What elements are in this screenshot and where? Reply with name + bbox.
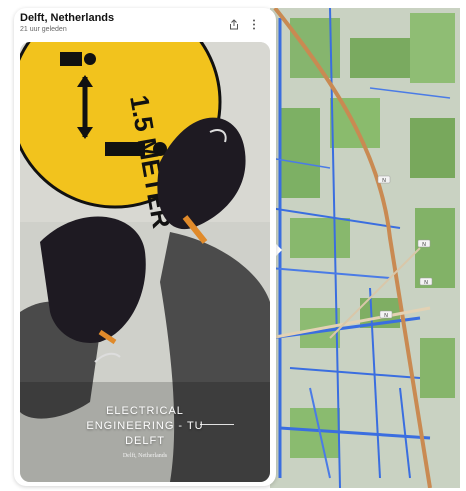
svg-text:N: N: [424, 280, 428, 286]
location-title: Delft, Netherlands: [20, 12, 115, 24]
map-field: [415, 208, 455, 288]
snap-card[interactable]: Delft, Netherlands 21 uur geleden 1.5 ME…: [14, 8, 276, 486]
post-timestamp: 21 uur geleden: [20, 26, 67, 33]
caption-line-2: ENGINEERING - TU: [86, 420, 204, 432]
map-canvas[interactable]: N N N N: [270, 8, 460, 488]
road-shield: N: [377, 175, 391, 184]
caption-location: Delft, Netherlands: [122, 453, 168, 459]
road-shield: N: [419, 277, 433, 286]
more-vertical-icon[interactable]: [247, 17, 261, 31]
map-field: [290, 18, 340, 78]
snap-caption: ELECTRICAL ENGINEERING - TU DELFT: [20, 404, 270, 449]
map-field: [350, 38, 410, 78]
caption-line-1: ELECTRICAL: [106, 405, 184, 417]
road-shield: N: [417, 239, 431, 248]
svg-text:N: N: [384, 313, 388, 319]
svg-text:N: N: [422, 242, 426, 248]
snap-photo[interactable]: 1.5 METER ELECTRICAL ENGINEERING - TU DE…: [20, 42, 270, 482]
map-field: [410, 13, 455, 83]
road-shield: N: [379, 310, 393, 319]
map-field: [420, 338, 455, 398]
caption-line-3: DELFT: [125, 435, 165, 447]
card-header: Delft, Netherlands 21 uur geleden: [14, 8, 276, 46]
share-icon[interactable]: [227, 17, 241, 31]
map-view[interactable]: N N N N: [270, 8, 460, 488]
map-field: [280, 108, 320, 198]
caption-underline: [200, 424, 234, 425]
map-field: [290, 218, 350, 258]
svg-text:N: N: [382, 178, 386, 184]
map-field: [410, 118, 455, 178]
